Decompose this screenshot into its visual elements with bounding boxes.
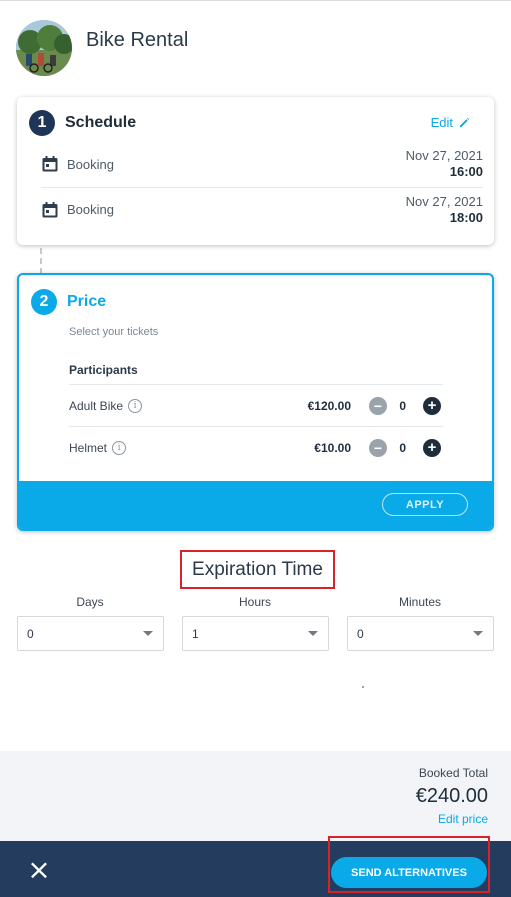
expiration-time-title: Expiration Time (180, 550, 335, 589)
pencil-icon (459, 117, 470, 128)
close-icon[interactable]: × (27, 856, 51, 884)
info-icon[interactable]: i (112, 440, 127, 455)
decrease-quantity-button[interactable]: − (369, 396, 387, 415)
page-title: Bike Rental (86, 28, 189, 51)
decrease-quantity-button[interactable]: − (369, 438, 387, 457)
info-icon[interactable]: i (128, 398, 143, 413)
send-alternatives-highlight (328, 836, 490, 893)
minutes-label: Minutes (398, 595, 442, 609)
hours-value: 1 (192, 626, 199, 641)
ticket-price: €10.00 (314, 440, 351, 455)
price-card: 2 Price Select your tickets Participants… (17, 273, 494, 531)
edit-label: Edit (430, 115, 453, 130)
booking-time: 18:00 (449, 209, 483, 225)
increase-quantity-button[interactable]: + (423, 396, 441, 415)
step-number-1: 1 (29, 110, 55, 136)
booking-label: Booking (67, 202, 114, 217)
top-divider (0, 0, 511, 3)
booked-total-amount: €240.00 (415, 785, 488, 807)
hours-select[interactable]: 1 (182, 616, 329, 651)
schedule-title: Schedule (65, 114, 137, 131)
stray-dot (362, 686, 364, 688)
booking-datetime: Nov 27, 2021 18:00 (406, 194, 483, 226)
schedule-row: Booking Nov 27, 2021 18:00 (41, 187, 483, 231)
apply-button[interactable]: APPLY (382, 493, 468, 516)
booking-time: 16:00 (449, 164, 483, 179)
days-label: Days (76, 595, 104, 609)
booking-date: Nov 27, 2021 (405, 148, 483, 163)
step-number-2: 2 (31, 289, 57, 315)
ticket-row: Helmet i €10.00 − 0 + (69, 426, 443, 468)
bike-rental-thumbnail (16, 20, 72, 76)
chevron-down-icon (473, 631, 483, 636)
booked-total-label: Booked Total (418, 766, 488, 780)
step-connector (40, 248, 42, 274)
booking-datetime: Nov 27, 2021 16:00 (406, 148, 483, 180)
booked-total-panel: Booked Total €240.00 Edit price (0, 751, 511, 841)
price-subtitle: Select your tickets (69, 326, 159, 338)
increase-quantity-button[interactable]: + (423, 438, 441, 457)
participants-heading: Participants (69, 363, 138, 377)
ticket-quantity: 0 (399, 398, 406, 413)
minutes-select[interactable]: 0 (347, 616, 494, 651)
chevron-down-icon (308, 631, 318, 636)
days-value: 0 (27, 626, 34, 641)
booking-date: Nov 27, 2021 (405, 193, 483, 209)
page-header: Bike Rental (16, 20, 188, 76)
ticket-quantity: 0 (399, 440, 406, 455)
booking-label: Booking (67, 156, 114, 172)
ticket-row: Adult Bike i €120.00 − 0 + (69, 384, 443, 426)
hours-label: Hours (238, 595, 271, 609)
ticket-label: Adult Bike (69, 398, 124, 413)
days-select[interactable]: 0 (17, 616, 164, 651)
calendar-icon (42, 201, 58, 217)
schedule-card: 1 Schedule Edit Booking Nov 27, 2021 16:… (17, 97, 494, 245)
edit-schedule-link[interactable]: Edit (431, 115, 470, 130)
price-footer: APPLY (19, 481, 492, 529)
minutes-value: 0 (357, 626, 364, 641)
edit-price-link[interactable]: Edit price (438, 812, 488, 826)
chevron-down-icon (143, 631, 153, 636)
ticket-label: Helmet (69, 440, 108, 455)
ticket-price: €120.00 (307, 398, 351, 413)
price-title: Price (67, 293, 107, 310)
calendar-icon (42, 156, 58, 172)
schedule-row: Booking Nov 27, 2021 16:00 (41, 142, 483, 186)
